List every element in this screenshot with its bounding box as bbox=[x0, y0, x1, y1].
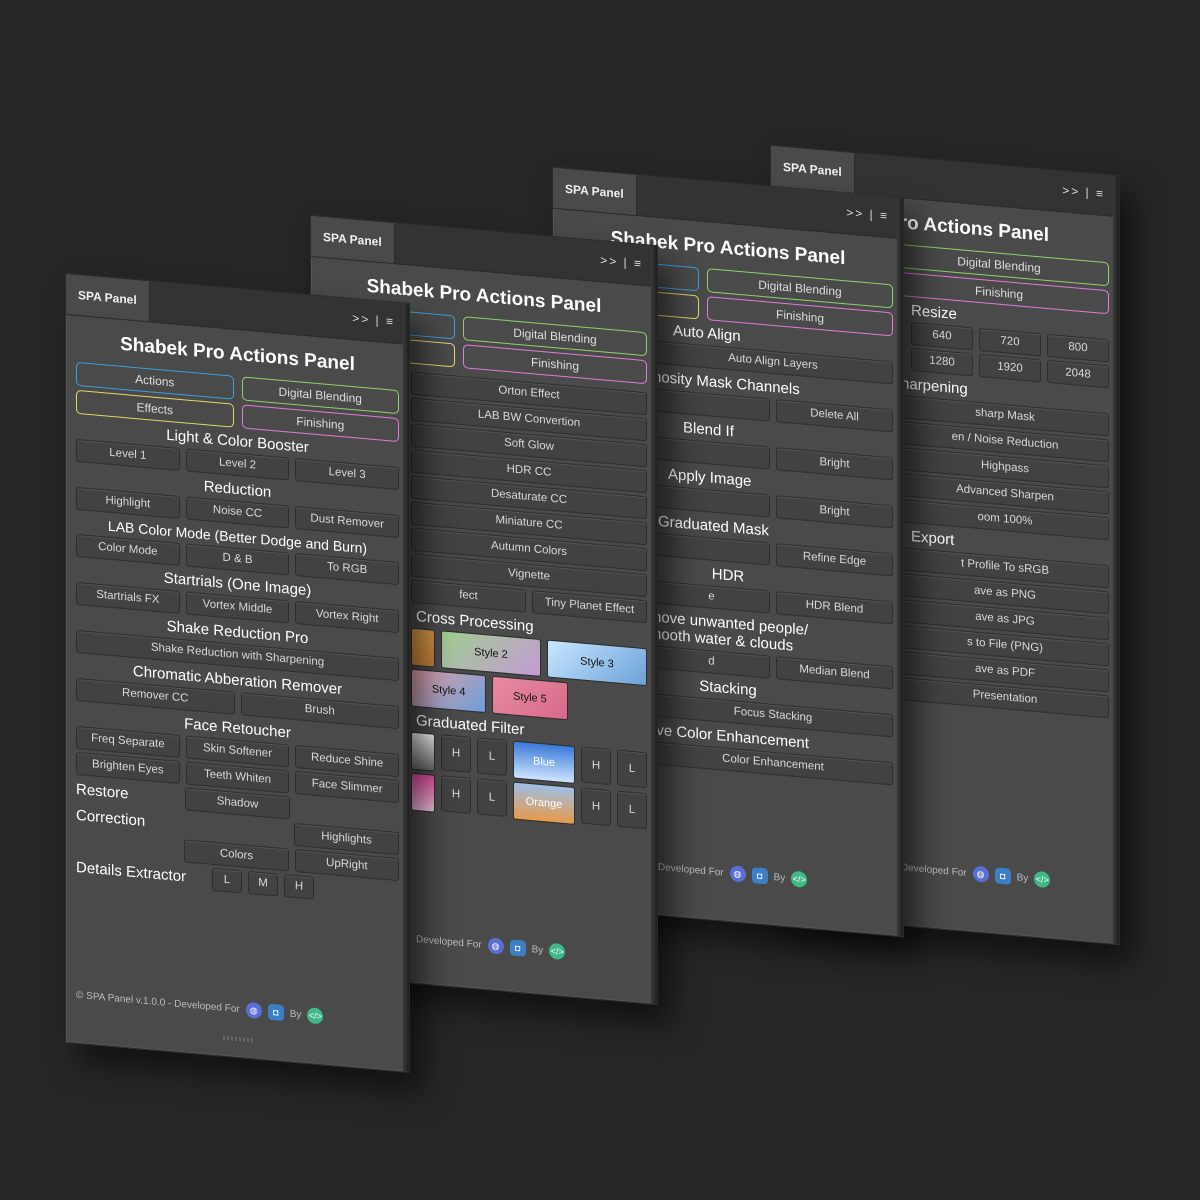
resize-1280-button[interactable]: 1280 bbox=[911, 348, 973, 377]
vortex-middle-button[interactable]: Vortex Middle bbox=[185, 591, 290, 624]
footer-copyright: © SPA Panel v.1.0.0 - Developed For bbox=[76, 989, 240, 1015]
instagram-icon[interactable]: ◘ bbox=[751, 867, 768, 885]
globe-icon[interactable]: ◍ bbox=[487, 937, 504, 955]
details-m-button[interactable]: M bbox=[248, 870, 278, 897]
tab-spa-panel[interactable]: SPA Panel bbox=[66, 273, 150, 322]
globe-icon[interactable]: ◍ bbox=[245, 1001, 262, 1020]
panel-menu-icon[interactable]: >> | ≡ bbox=[600, 253, 643, 271]
panel-footer: © SPA Panel v.1.0.0 - Developed For ◍ ◘ … bbox=[76, 987, 399, 1031]
grad-blue-l-button[interactable]: L bbox=[617, 749, 647, 789]
footer-by: By bbox=[1016, 871, 1029, 884]
instagram-icon[interactable]: ◘ bbox=[509, 939, 526, 957]
instagram-icon[interactable]: ◘ bbox=[994, 867, 1011, 885]
dodge-burn-button[interactable]: D & B bbox=[185, 543, 290, 576]
details-h-button[interactable]: H bbox=[284, 874, 314, 900]
footer-by: By bbox=[531, 943, 544, 956]
section-details-extractor: Details Extractor bbox=[76, 858, 187, 886]
style-2-swatch[interactable]: Style 2 bbox=[441, 630, 541, 677]
panel-menu-icon[interactable]: >> | ≡ bbox=[846, 205, 889, 223]
grad-pink-h-button[interactable]: H bbox=[441, 775, 471, 814]
grad-pink-l-button[interactable]: L bbox=[477, 778, 507, 818]
tab-spa-panel[interactable]: SPA Panel bbox=[311, 215, 395, 264]
grad-orange-l-button[interactable]: L bbox=[617, 790, 647, 830]
style-1-swatch[interactable] bbox=[411, 627, 435, 668]
tab-spa-panel[interactable]: SPA Panel bbox=[553, 167, 637, 216]
code-icon[interactable]: </> bbox=[549, 942, 566, 961]
globe-icon[interactable]: ◍ bbox=[729, 865, 746, 883]
grad-gray-swatch[interactable] bbox=[411, 731, 435, 772]
level-1-button[interactable]: Level 1 bbox=[76, 438, 180, 471]
code-icon[interactable]: </> bbox=[307, 1007, 324, 1025]
style-3-swatch[interactable]: Style 3 bbox=[547, 639, 647, 687]
vortex-right-button[interactable]: Vortex Right bbox=[295, 601, 400, 634]
code-icon[interactable]: </> bbox=[1034, 870, 1051, 889]
resize-grip[interactable] bbox=[222, 1035, 253, 1043]
footer-developed: Developed For bbox=[658, 861, 724, 879]
grad-pink-swatch[interactable] bbox=[411, 772, 435, 813]
grad-orange-swatch[interactable]: Orange bbox=[513, 781, 575, 825]
footer-developed: Developed For bbox=[416, 933, 482, 951]
highlight-button[interactable]: Highlight bbox=[76, 486, 180, 519]
level-2-button[interactable]: Level 2 bbox=[185, 448, 290, 481]
panel-menu-icon[interactable]: >> | ≡ bbox=[352, 311, 395, 329]
section-restore: Restore bbox=[76, 780, 129, 803]
median-blend-button[interactable]: Median Blend bbox=[776, 656, 893, 690]
mockup-scene: SPA Panel >> | ≡ ro Actions Panel Action… bbox=[0, 0, 1200, 1200]
grad-blue-h-button[interactable]: H bbox=[581, 746, 611, 786]
style-5-swatch[interactable]: Style 5 bbox=[492, 675, 568, 721]
grad-blue-swatch[interactable]: Blue bbox=[513, 740, 575, 784]
grad-gray-l-button[interactable]: L bbox=[477, 737, 507, 777]
resize-800-button[interactable]: 800 bbox=[1047, 333, 1109, 363]
style-4-swatch[interactable]: Style 4 bbox=[411, 668, 487, 714]
footer-by: By bbox=[773, 871, 786, 884]
dust-remover-button[interactable]: Dust Remover bbox=[295, 506, 400, 539]
footer-by: By bbox=[289, 1008, 302, 1021]
to-rgb-button[interactable]: To RGB bbox=[295, 553, 400, 586]
grad-orange-h-button[interactable]: H bbox=[581, 787, 611, 827]
section-correction: Correction bbox=[76, 806, 146, 830]
details-l-button[interactable]: L bbox=[212, 867, 242, 894]
panel-menu-icon[interactable]: >> | ≡ bbox=[1062, 183, 1105, 201]
resize-1920-button[interactable]: 1920 bbox=[979, 353, 1041, 383]
footer-developed: Developed For bbox=[901, 861, 967, 879]
resize-2048-button[interactable]: 2048 bbox=[1047, 359, 1109, 389]
code-icon[interactable]: </> bbox=[791, 870, 808, 888]
level-3-button[interactable]: Level 3 bbox=[295, 458, 400, 491]
resize-640-button[interactable]: 640 bbox=[911, 322, 973, 351]
startrials-fx-button[interactable]: Startrials FX bbox=[76, 581, 180, 614]
resize-720-button[interactable]: 720 bbox=[979, 327, 1041, 357]
panel-actions: SPA Panel >> | ≡ Shabek Pro Actions Pane… bbox=[65, 272, 410, 1074]
color-mode-button[interactable]: Color Mode bbox=[76, 533, 180, 566]
grad-gray-h-button[interactable]: H bbox=[441, 734, 471, 773]
instagram-icon[interactable]: ◘ bbox=[267, 1003, 284, 1022]
noise-cc-button[interactable]: Noise CC bbox=[185, 496, 290, 529]
globe-icon[interactable]: ◍ bbox=[972, 865, 989, 883]
